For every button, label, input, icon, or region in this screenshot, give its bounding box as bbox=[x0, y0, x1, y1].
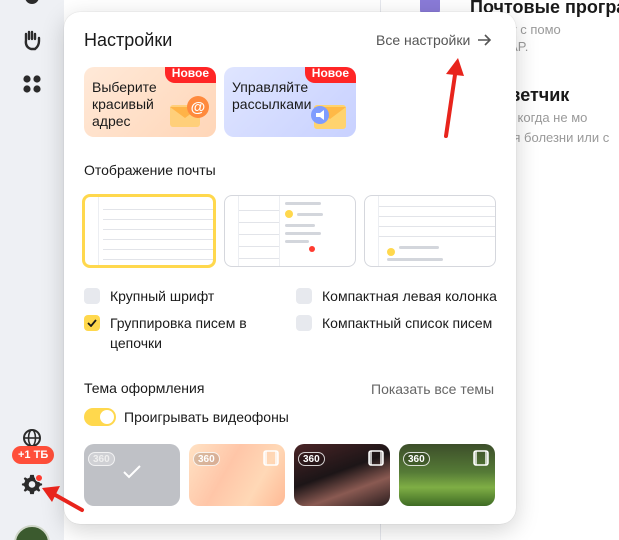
theme-peach[interactable]: 360 bbox=[189, 444, 285, 506]
layout-preview-sidebar bbox=[225, 196, 239, 266]
theme-360-logo: 360 bbox=[403, 452, 430, 466]
settings-panel: Настройки Все настройки Выберите красивы… bbox=[64, 12, 516, 524]
layout-preview-line bbox=[239, 246, 279, 247]
apps-grid-icon[interactable] bbox=[20, 72, 44, 96]
layout-preview-avatar bbox=[285, 210, 293, 218]
theme-label: Тема оформления bbox=[84, 380, 205, 396]
large-font-label: Крупный шрифт bbox=[110, 288, 215, 304]
compact-list-checkbox[interactable] bbox=[296, 315, 312, 331]
layout-preview-line bbox=[379, 206, 495, 207]
layout-preview-line bbox=[239, 210, 279, 211]
compact-list-label: Компактный список писем bbox=[322, 315, 493, 331]
layout-preview-line bbox=[103, 219, 213, 220]
video-background-toggle[interactable] bbox=[84, 408, 116, 426]
theme-360-logo: 360 bbox=[298, 452, 325, 466]
layout-preview-bar bbox=[285, 232, 321, 235]
new-badge: Новое bbox=[164, 67, 216, 83]
video-toggle-label: Проигрывать видеофоны bbox=[124, 409, 289, 425]
option-large-font[interactable]: Крупный шрифт bbox=[84, 286, 214, 306]
notification-dot bbox=[35, 474, 43, 482]
layout-preview-line bbox=[239, 222, 279, 223]
theme-dark-silk[interactable]: 360 bbox=[294, 444, 390, 506]
layout-preview-line bbox=[103, 209, 213, 210]
option-compact-list[interactable]: Компактный список писем bbox=[296, 313, 492, 333]
new-badge: Новое bbox=[304, 67, 356, 83]
layout-preview-bar bbox=[297, 213, 323, 216]
layout-preview-avatar bbox=[387, 248, 395, 256]
arrow-right-icon bbox=[478, 34, 492, 46]
layout-preview-line bbox=[239, 258, 279, 259]
promo-manage-newsletters[interactable]: Управляйте рассылками Новое bbox=[224, 67, 356, 137]
layout-preview-line bbox=[103, 249, 213, 250]
layout-preview-sidebar bbox=[85, 197, 99, 265]
theme-grass[interactable]: 360 bbox=[399, 444, 495, 506]
theme-360-logo: 360 bbox=[88, 452, 115, 466]
theme-default[interactable]: 360 bbox=[84, 444, 180, 506]
layout-preview-bar bbox=[285, 240, 309, 243]
promo-text: Управляйте рассылками bbox=[232, 79, 312, 112]
contacts-icon[interactable] bbox=[20, 0, 44, 14]
envelope-megaphone-icon bbox=[311, 105, 346, 129]
storage-badge[interactable]: +1 ТБ bbox=[12, 446, 55, 464]
avatar[interactable] bbox=[14, 525, 50, 540]
layout-preview-bar bbox=[399, 246, 439, 249]
large-font-checkbox[interactable] bbox=[84, 288, 100, 304]
selected-check-icon bbox=[123, 465, 141, 479]
layout-preview-line bbox=[379, 226, 495, 227]
layout-preview-sidebar bbox=[365, 196, 379, 266]
promo-beautiful-address[interactable]: Выберите красивый адрес Новое @ bbox=[84, 67, 216, 137]
all-settings-label: Все настройки bbox=[376, 32, 471, 48]
layout-preview-line bbox=[379, 216, 495, 217]
mail-display-label: Отображение почты bbox=[84, 162, 216, 178]
hand-icon[interactable] bbox=[20, 28, 44, 52]
theme-360-logo: 360 bbox=[193, 452, 220, 466]
layout-option-list[interactable] bbox=[82, 194, 216, 268]
layout-preview-divider bbox=[279, 196, 280, 266]
option-compact-left-column[interactable]: Компактная левая колонка bbox=[296, 286, 497, 306]
video-film-icon bbox=[368, 450, 384, 466]
layout-preview-line bbox=[379, 236, 495, 237]
toggle-knob bbox=[100, 410, 114, 424]
group-threads-label: Группировка писем в цепочки bbox=[110, 315, 247, 351]
layout-preview-line bbox=[103, 229, 213, 230]
envelope-at-icon: @ bbox=[170, 96, 209, 127]
layout-preview-dot bbox=[309, 246, 315, 252]
svg-text:@: @ bbox=[191, 99, 206, 116]
layout-preview-line bbox=[103, 239, 213, 240]
panel-title: Настройки bbox=[84, 30, 173, 50]
option-group-threads[interactable]: Группировка писем в цепочки bbox=[84, 313, 264, 353]
video-film-icon bbox=[263, 450, 279, 466]
show-all-themes-link[interactable]: Показать все темы bbox=[371, 381, 494, 397]
compact-left-column-checkbox[interactable] bbox=[296, 288, 312, 304]
layout-preview-line bbox=[103, 259, 213, 260]
all-settings-link[interactable]: Все настройки bbox=[376, 32, 492, 48]
layout-option-vertical-split[interactable] bbox=[224, 195, 356, 267]
layout-preview-bar bbox=[285, 224, 315, 227]
layout-preview-bar bbox=[285, 202, 321, 205]
group-threads-checkbox[interactable] bbox=[84, 315, 100, 331]
layout-preview-line bbox=[239, 234, 279, 235]
left-rail: +1 ТБ bbox=[0, 0, 64, 540]
promo-text: Выберите красивый адрес bbox=[92, 79, 157, 129]
layout-preview-bar bbox=[387, 258, 443, 261]
check-icon bbox=[87, 319, 97, 327]
compact-left-column-label: Компактная левая колонка bbox=[322, 288, 497, 304]
video-film-icon bbox=[473, 450, 489, 466]
layout-option-horizontal-split[interactable] bbox=[364, 195, 496, 267]
